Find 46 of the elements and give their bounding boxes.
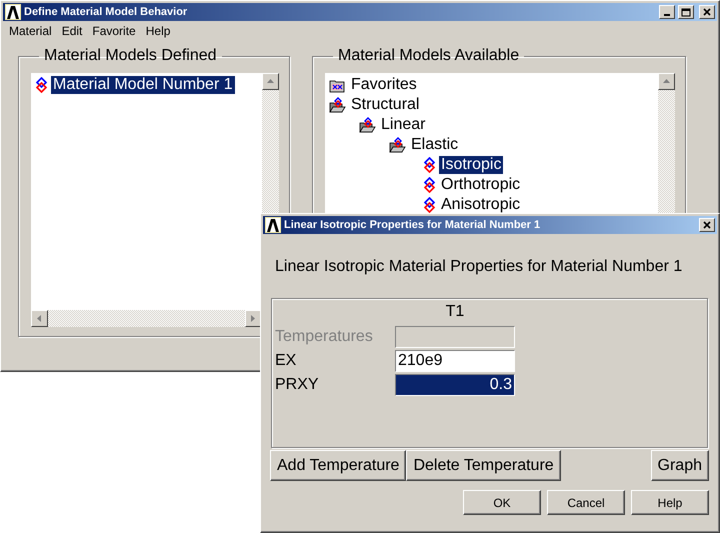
dialog-button[interactable]: Help [631,490,709,515]
tree-item[interactable]: Favorites [349,76,419,94]
value-field[interactable]: 210e9 [395,350,515,372]
table-button[interactable]: Delete Temperature [406,450,561,481]
dialog-button[interactable]: OK [463,490,541,515]
up-arrow-icon [662,77,671,86]
row-label: Temperatures [275,328,374,346]
close-icon [703,8,711,16]
table-button[interactable]: Add Temperature [270,450,406,481]
material-model-icon [35,77,48,93]
horizontal-scrollbar[interactable] [31,310,262,327]
maximize-button[interactable] [678,5,694,19]
row-label: EX [275,352,298,370]
close-icon [703,221,711,229]
dialog-button[interactable]: Cancel [547,490,625,515]
menu-item[interactable]: Help [142,24,176,38]
window-title: Linear Isotropic Properties for Material Number 1 [284,219,542,231]
material-model-icon [423,157,436,173]
group-title: Material Models Defined [43,47,218,65]
close-button[interactable] [699,218,715,232]
column-header: T1 [444,302,466,322]
dialog-heading: Linear Isotropic Material Properties for Material Number 1 [274,257,684,276]
tree-item[interactable]: Isotropic [439,156,504,174]
app-logo-icon [5,4,21,20]
app-logo-icon [265,217,281,233]
group-title: Material Models Available [337,47,520,65]
menu-item[interactable]: Edit [58,24,88,38]
up-arrow-icon [266,77,275,86]
value-field[interactable]: 0.3 [395,374,515,396]
tree-item[interactable]: Linear [379,116,428,134]
minimize-button[interactable] [659,5,675,19]
menu-item[interactable]: Favorite [88,24,142,38]
graph-button[interactable]: Graph [650,450,709,481]
tree-item[interactable]: Orthotropic [439,176,522,194]
material-model-icon [423,177,436,193]
tree-item[interactable]: Structural [349,96,422,114]
window-title: Define Material Model Behavior [24,6,188,18]
tree-item[interactable]: Elastic [409,136,460,154]
tree-item[interactable]: Anisotropic [439,196,522,214]
left-arrow-icon [35,314,44,323]
menu-item[interactable]: Material [5,24,58,38]
maximize-icon [681,8,691,16]
list-item[interactable]: Material Model Number 1 [51,76,235,94]
row-label: PRXY [275,376,320,394]
material-model-icon [423,197,436,213]
close-button[interactable] [699,5,715,19]
